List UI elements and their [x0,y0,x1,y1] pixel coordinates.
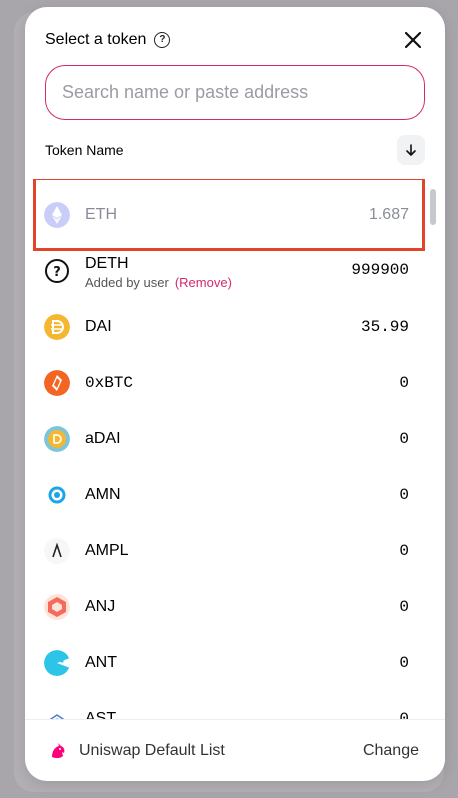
token-symbol: DAI [85,318,112,335]
token-symbol: ETH [85,206,117,223]
token-symbol: AMN [85,486,121,503]
ant-icon [44,650,70,676]
question-circle-icon[interactable]: ? [154,32,171,48]
token-subtitle: Added by user (Remove) [85,275,232,290]
sort-bar: Token Name [45,134,425,166]
token-symbol: AMPL [85,542,129,559]
ampl-icon [44,538,70,564]
sort-label: Token Name [45,142,124,158]
token-row-dai[interactable]: DAI 35.99 [25,299,429,355]
question-circle-icon: ? [45,259,69,283]
token-row-deth[interactable]: ? DETH Added by user (Remove) 999900 [25,243,429,299]
token-row-adai[interactable]: aDAI 0 [25,411,429,467]
token-balance: 0 [399,598,409,616]
token-row-amn[interactable]: AMN 0 [25,467,429,523]
ethereum-icon [44,202,70,228]
token-symbol: aDAI [85,430,121,447]
adai-icon [44,426,70,452]
token-row-ast[interactable]: AST 0 [25,691,429,719]
token-symbol: DETH [85,255,129,272]
token-symbol: ANT [85,654,117,671]
sort-toggle-button[interactable] [397,135,425,165]
scrollbar-thumb[interactable] [430,189,436,225]
change-list-button[interactable]: Change [363,742,419,760]
modal-title: Select a token [45,31,147,48]
close-icon[interactable] [401,28,425,52]
token-row-ant[interactable]: ANT 0 [25,635,429,691]
token-list-info: Uniswap Default List [49,742,225,760]
token-select-modal: Select a token ? Token Name ETH 1.687 [25,7,445,781]
token-list-name: Uniswap Default List [79,741,225,759]
token-symbol: ANJ [85,598,116,615]
token-balance: 0 [399,710,409,719]
token-row-eth[interactable]: ETH 1.687 [25,187,429,243]
title-group: Select a token ? [45,31,171,49]
svg-text:?: ? [53,265,61,280]
token-symbol: 0xBTC [85,374,134,392]
amn-icon [44,482,70,508]
modal-header: Select a token ? [45,25,425,55]
token-symbol: AST [85,710,117,719]
token-balance: 0 [399,654,409,672]
ast-icon [44,706,70,719]
token-balance: 999900 [351,261,409,279]
token-row-anj[interactable]: ANJ 0 [25,579,429,635]
token-balance: 1.687 [368,206,409,223]
scrollbar-track[interactable] [430,179,438,719]
arrow-down-icon [406,144,416,156]
remove-token-link[interactable]: (Remove) [175,275,232,290]
token-balance: 35.99 [360,318,409,336]
token-balance: 0 [399,542,409,560]
0xbtc-icon [44,370,70,396]
token-row-0xbtc[interactable]: 0xBTC 0 [25,355,429,411]
token-list[interactable]: ETH 1.687 ? DETH Added by user (Remove) 9… [25,179,445,719]
search-input[interactable] [45,65,425,120]
token-balance: 0 [399,374,409,392]
token-balance: 0 [399,486,409,504]
dai-icon [44,314,70,340]
uniswap-unicorn-icon [52,742,65,758]
token-row-ampl[interactable]: AMPL 0 [25,523,429,579]
modal-footer: Uniswap Default List Change [25,719,445,781]
added-by-user-label: Added by user [85,275,169,290]
token-balance: 0 [399,430,409,448]
anj-icon [44,594,70,620]
